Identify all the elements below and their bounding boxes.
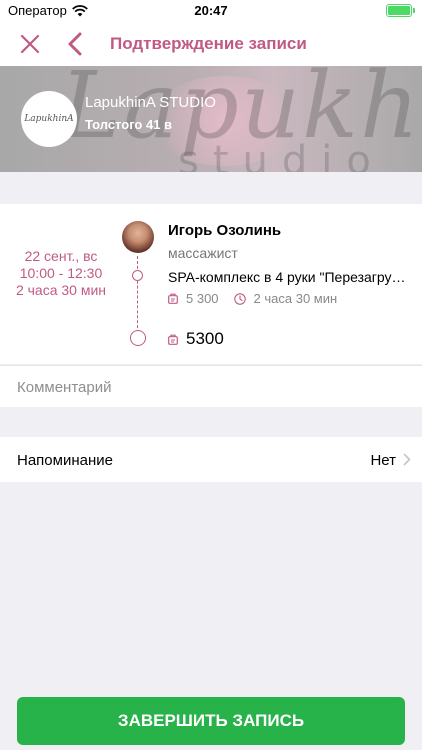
- clock-icon: [233, 292, 246, 305]
- back-chevron-icon[interactable]: [66, 31, 84, 57]
- price-tag-icon: [168, 334, 178, 345]
- nav-bar: Подтверждение записи: [0, 22, 422, 66]
- banner-background-decoration-2: studio: [178, 138, 385, 172]
- record-time: 10:00 - 12:30: [19, 265, 103, 281]
- record-duration: 2 часа 30 мин: [15, 282, 107, 298]
- service-duration: 2 часа 30 мин: [253, 291, 338, 306]
- chevron-right-icon: [403, 453, 411, 466]
- record-date: 22 сент., вс: [24, 248, 98, 264]
- studio-logo-text: LapukhinA: [24, 114, 74, 124]
- reminder-label: Напоминание: [17, 452, 113, 469]
- finish-booking-button[interactable]: ЗАВЕРШИТЬ ЗАПИСЬ: [17, 697, 405, 745]
- timeline-end-dot: [130, 330, 146, 346]
- master-role: массажист: [168, 245, 238, 261]
- comment-placeholder: Комментарий: [17, 379, 112, 396]
- comment-field[interactable]: Комментарий: [0, 365, 422, 407]
- studio-banner[interactable]: Lapukhin studio LapukhinA LapukhinA STUD…: [0, 66, 422, 172]
- reminder-value: Нет: [370, 452, 396, 469]
- studio-name: LapukhinA STUDIO: [85, 94, 216, 111]
- service-price: 5 300: [186, 291, 219, 306]
- avatar: [122, 221, 154, 253]
- total-row: 5300: [168, 329, 224, 349]
- status-time: 20:47: [194, 3, 228, 18]
- record-card: 22 сент., вс 10:00 - 12:30 2 часа 30 мин…: [0, 204, 422, 364]
- timeline-dot: [132, 270, 143, 281]
- record-datetime: 22 сент., вс 10:00 - 12:30 2 часа 30 мин: [10, 248, 112, 299]
- studio-address: Толстого 41 в: [85, 117, 173, 132]
- status-bar: Оператор 20:47: [0, 0, 422, 22]
- reminder-row[interactable]: Напоминание Нет: [0, 437, 422, 482]
- page-title: Подтверждение записи: [110, 34, 307, 53]
- studio-logo: LapukhinA: [21, 91, 77, 147]
- service-name: SPA-комплекс в 4 руки "Перезагрузка": [168, 269, 408, 285]
- timeline-line: [137, 256, 138, 338]
- battery-icon: [386, 4, 415, 17]
- service-meta: 5 300 2 часа 30 мин: [168, 291, 337, 306]
- close-icon[interactable]: [18, 32, 42, 56]
- total-price: 5300: [186, 329, 224, 348]
- master-name: Игорь Озолинь: [168, 222, 282, 239]
- price-tag-icon: [168, 293, 178, 304]
